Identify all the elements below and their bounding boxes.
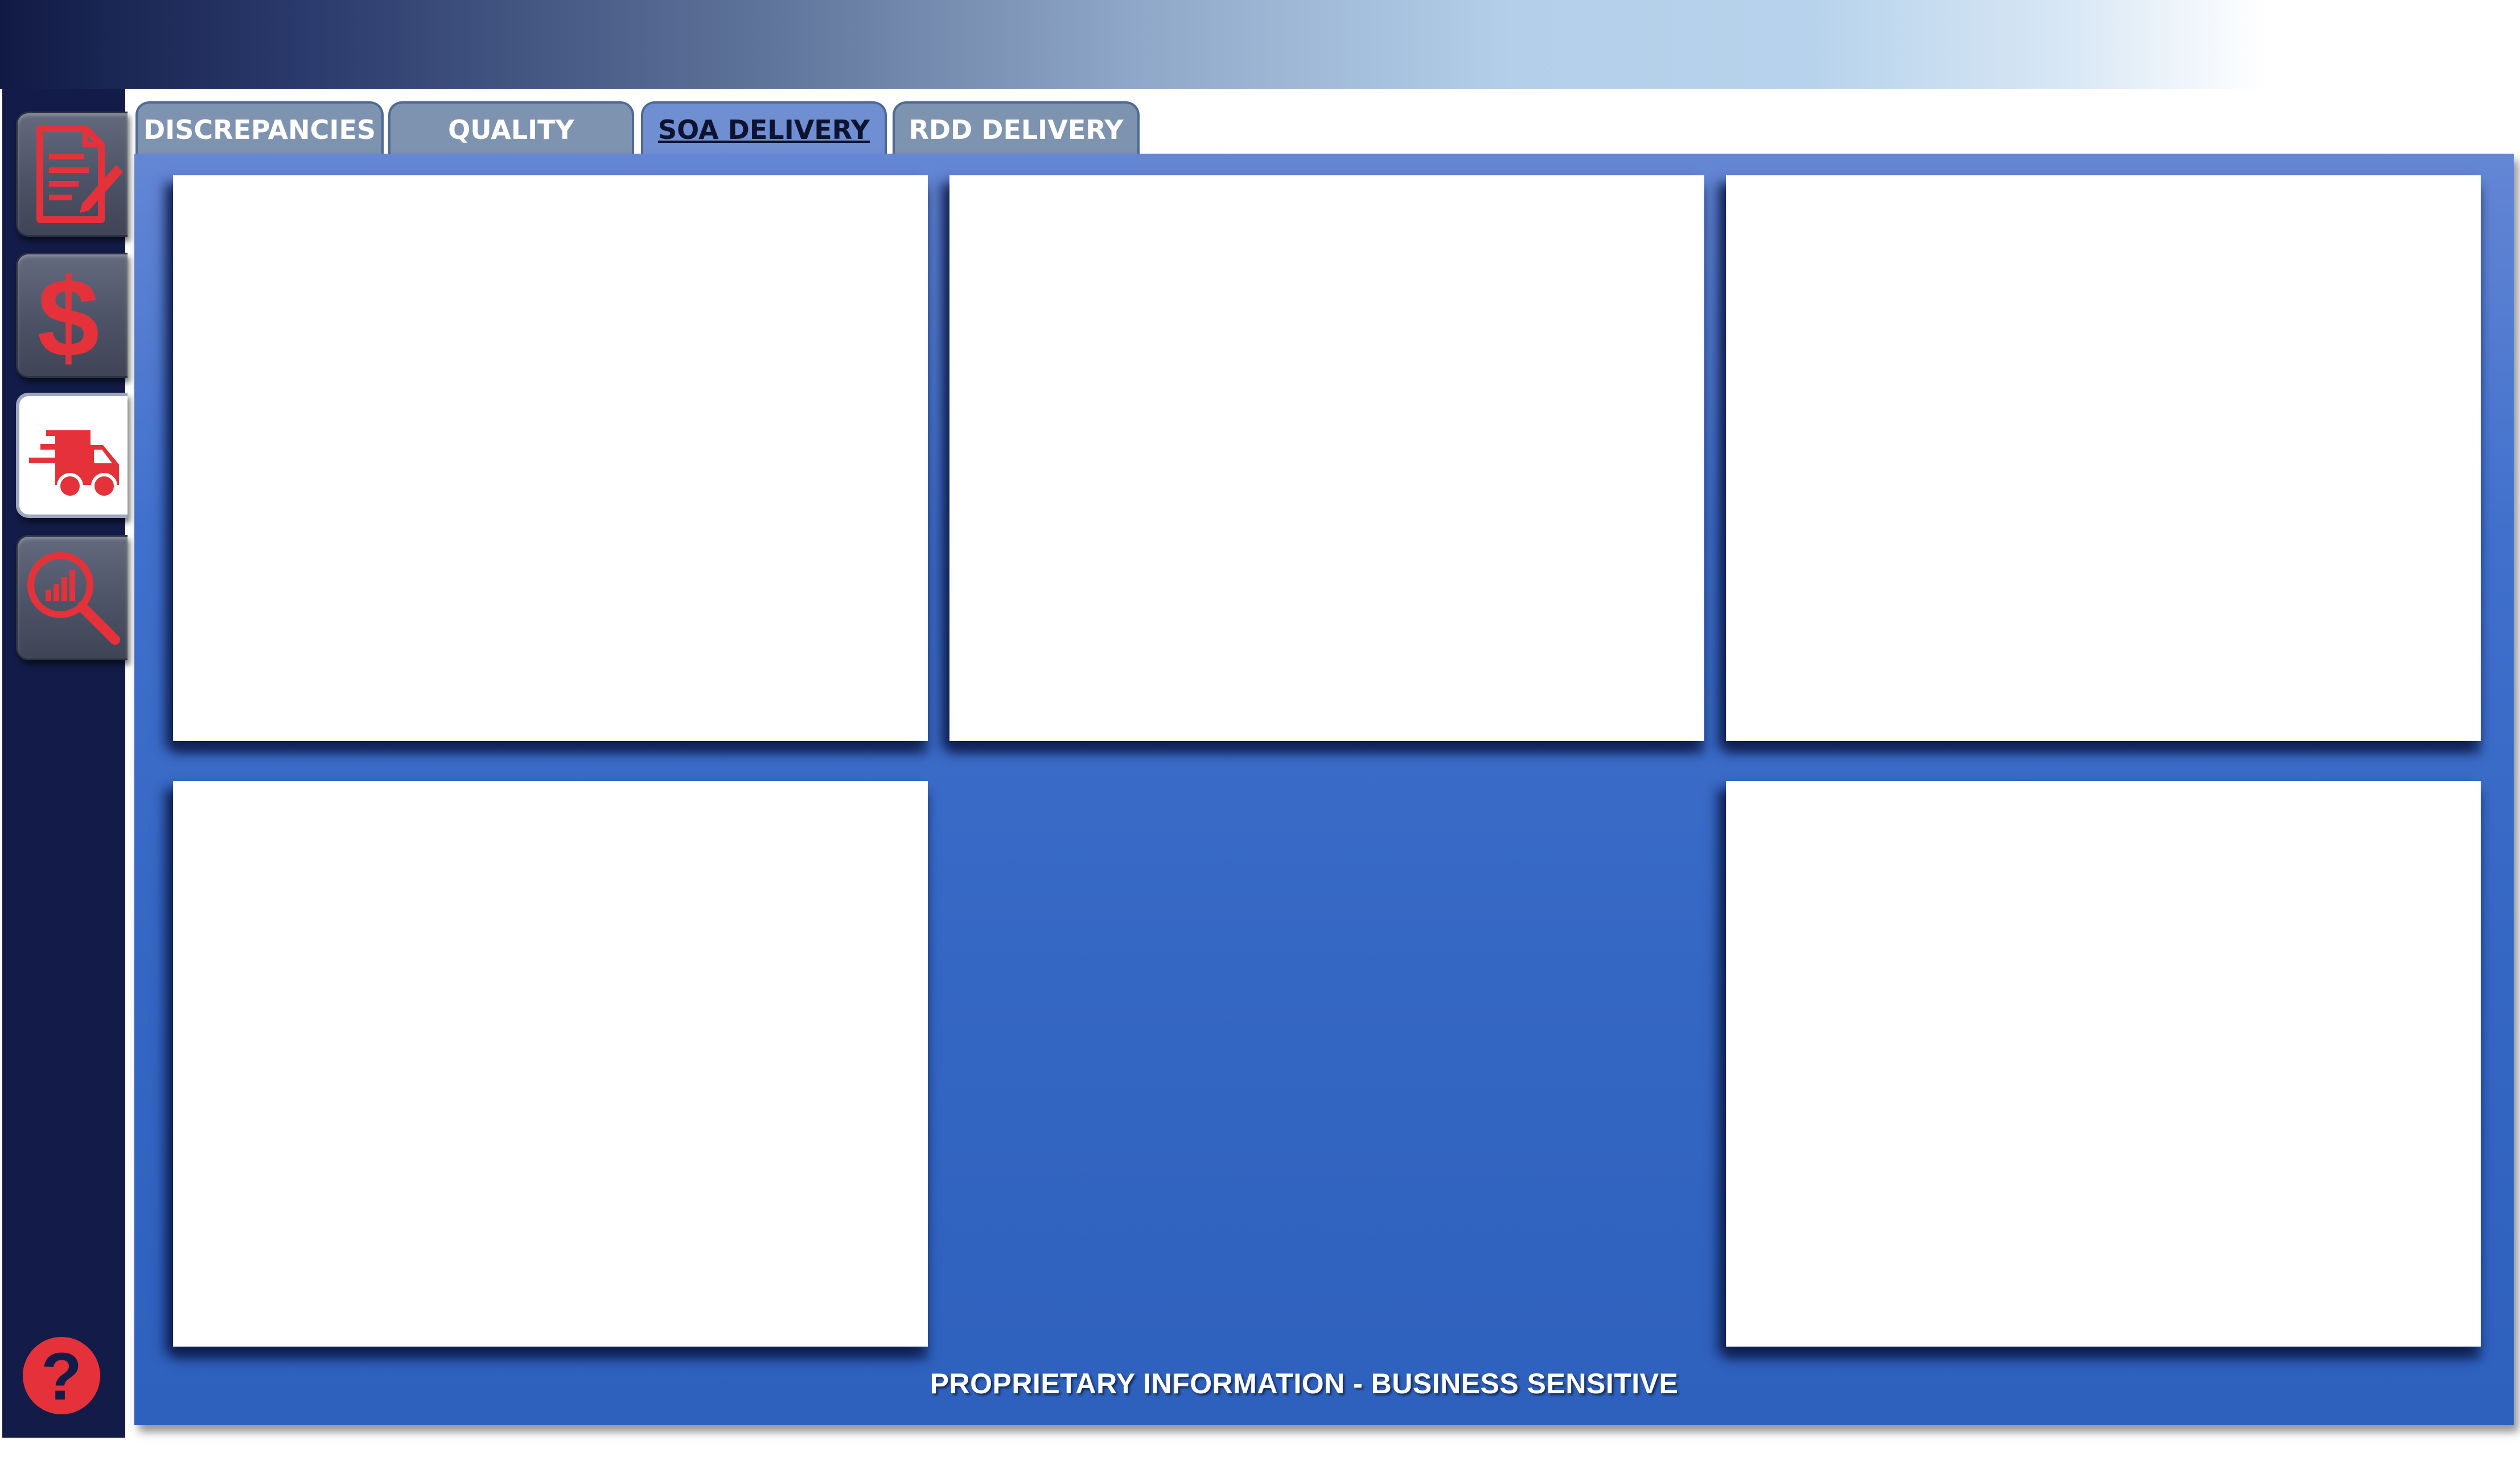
chart-placeholder-4 [173,781,928,1347]
document-edit-icon [36,125,123,223]
tab-rdd-delivery[interactable]: RDD DELIVERY [893,101,1140,156]
tab-quality[interactable]: QUALITY [388,101,634,156]
dashboard-page: $ ? DISCREPANCIES QUALITY SOA DELIVERY R… [0,0,2520,1461]
sidebar-item-analytics[interactable] [16,535,128,660]
top-banner [0,0,2520,89]
delivery-truck-icon [29,430,119,499]
chart-placeholder-2 [949,175,1704,741]
dollar-icon: $ [37,260,99,371]
sidebar-item-delivery[interactable] [16,393,128,518]
analytics-search-icon [27,552,120,645]
footer-confidentiality-notice: PROPRIETARY INFORMATION - BUSINESS SENSI… [930,1368,1679,1400]
tab-soa-delivery[interactable]: SOA DELIVERY [641,101,887,156]
dashboard-panel [134,154,2514,1425]
tab-discrepancies[interactable]: DISCREPANCIES [135,101,384,156]
chart-placeholder-1 [173,175,928,741]
sidebar-item-financial[interactable]: $ [16,253,128,378]
svg-text:$: $ [37,260,99,371]
chart-placeholder-3 [1726,175,2481,741]
chart-placeholder-5 [1726,781,2481,1347]
sidebar-item-discrepancies[interactable] [16,112,128,237]
